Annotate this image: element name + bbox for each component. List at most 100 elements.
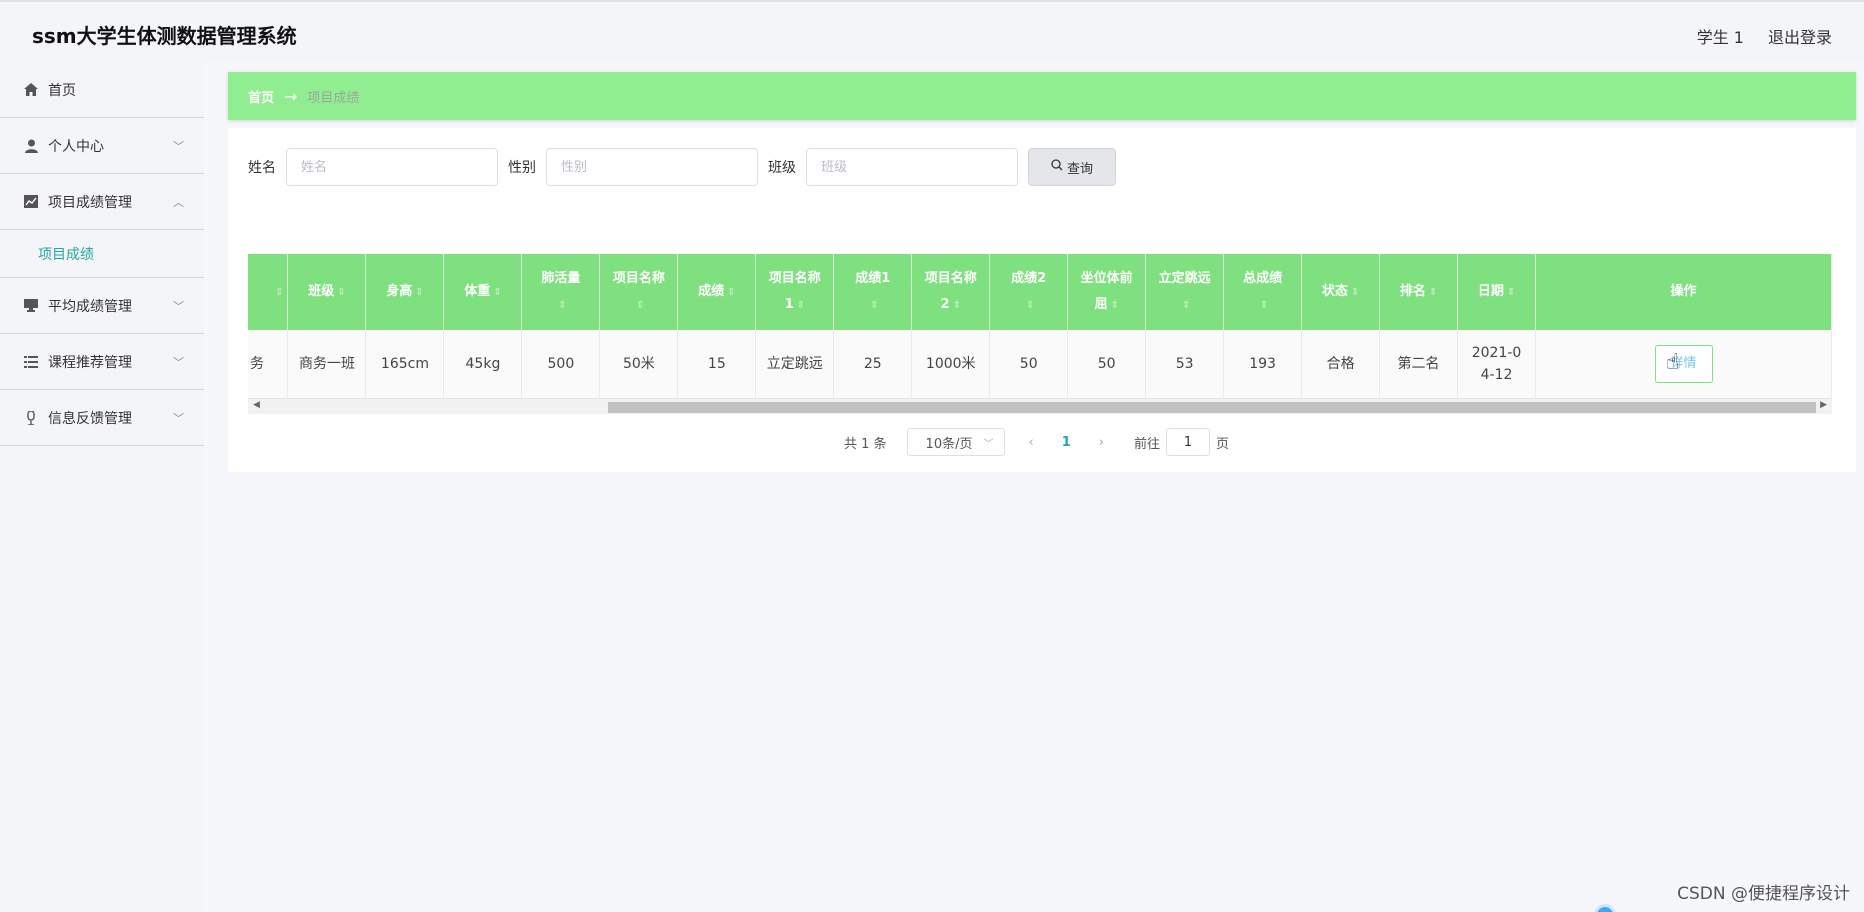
next-page-icon[interactable]: › — [1099, 435, 1104, 450]
sidebar-subitem-project-score[interactable]: 项目成绩 — [0, 230, 204, 278]
score-table-grid: ⇕ 班级 ⇕ 身高 ⇕ 体重 ⇕ 肺活量 ⇕ 项目名称 ⇕ 成绩 ⇕ 项目名称1 ⇕ 成绩1 ⇕… — [248, 254, 1832, 398]
home-icon — [24, 83, 38, 97]
horizontal-scrollbar[interactable]: ◀ ▶ — [248, 398, 1832, 414]
header-cell[interactable]: 成绩 ⇕ — [677, 254, 757, 330]
table-cell: 50 — [989, 330, 1069, 398]
monitor-icon — [24, 299, 38, 313]
chevron-down-icon: ﹀ — [983, 438, 994, 450]
sidebar-item-label: 课程推荐管理 — [48, 354, 132, 371]
current-page[interactable]: 1 — [1062, 435, 1071, 450]
prev-page-icon[interactable]: ‹ — [1029, 435, 1034, 450]
gender-input[interactable] — [546, 148, 758, 186]
table-cell: 15 — [677, 330, 757, 398]
header-cell[interactable]: 肺活量 ⇕ — [521, 254, 601, 330]
sort-icon[interactable]: ⇕ — [1429, 287, 1437, 298]
header-cell[interactable]: 排名 ⇕ — [1379, 254, 1459, 330]
current-user[interactable]: 学生 1 — [1697, 24, 1744, 48]
table-cell: 第二名 — [1379, 330, 1459, 398]
header-cell[interactable]: 日期 ⇕ — [1457, 254, 1536, 330]
page-size-select[interactable]: 10条/页 ﹀ — [906, 428, 1005, 456]
sidebar-item-personal-center[interactable]: 个人中心 ﹀ — [0, 118, 204, 174]
table-cell: 165cm — [365, 330, 445, 398]
header-cell[interactable]: 总成绩 ⇕ — [1223, 254, 1303, 330]
app-title: ssm大学生体测数据管理系统 — [32, 24, 297, 48]
table-cell-date: 2021-04-12 — [1457, 330, 1536, 398]
sort-icon[interactable]: ⇕ — [636, 300, 644, 311]
sidebar-item-label: 平均成绩管理 — [48, 298, 132, 315]
table-cell: 500 — [521, 330, 601, 398]
sort-icon[interactable]: ⇕ — [727, 287, 735, 298]
class-input[interactable] — [806, 148, 1018, 186]
header-cell[interactable]: 状态 ⇕ — [1301, 254, 1381, 330]
sort-icon[interactable]: ⇕ — [1026, 300, 1034, 311]
header-user-area: 学生 1 退出登录 — [1697, 24, 1832, 48]
mic-icon — [24, 410, 38, 425]
sort-icon[interactable]: ⇕ — [1351, 287, 1359, 298]
sort-icon[interactable]: ⇕ — [493, 287, 501, 298]
table-cell: 50米 — [599, 330, 679, 398]
table-header-row: ⇕ 班级 ⇕ 身高 ⇕ 体重 ⇕ 肺活量 ⇕ 项目名称 ⇕ 成绩 ⇕ 项目名称1 ⇕ 成绩1 ⇕… — [248, 254, 1832, 330]
name-input[interactable] — [286, 148, 498, 186]
header-cell[interactable]: 班级 ⇕ — [287, 254, 367, 330]
header-cell-action: 操作 — [1535, 254, 1832, 330]
query-button[interactable]: 查询 — [1028, 148, 1116, 186]
sort-icon[interactable]: ⇕ — [1182, 300, 1190, 311]
header-cell[interactable]: 项目名称 ⇕ — [599, 254, 679, 330]
content-panel: 姓名 性别 班级 查询 — [228, 128, 1856, 472]
search-icon — [1051, 159, 1063, 175]
page-suffix: 页 — [1216, 436, 1230, 452]
sort-icon[interactable]: ⇕ — [1507, 287, 1515, 298]
header-cell[interactable]: 成绩2 ⇕ — [989, 254, 1069, 330]
name-label: 姓名 — [248, 160, 276, 176]
chevron-down-icon: ﹀ — [173, 299, 184, 313]
pagination: 共 1 条 10条/页 ﹀ ‹ 1 › 前往 页 — [844, 428, 1229, 456]
table-cell: 合格 — [1301, 330, 1381, 398]
header-cell[interactable]: 成绩1 ⇕ — [833, 254, 913, 330]
chevron-down-icon: ﹀ — [173, 411, 184, 425]
goto-page-input[interactable] — [1166, 428, 1211, 456]
sidebar-item-score-management[interactable]: 项目成绩管理 ︿ — [0, 174, 204, 230]
header-cell[interactable]: 项目名称1 ⇕ — [755, 254, 835, 330]
scrollbar-thumb[interactable] — [608, 402, 1816, 413]
breadcrumb-home[interactable]: 首页 — [248, 87, 274, 106]
logout-button[interactable]: 退出登录 — [1768, 24, 1832, 48]
sidebar-item-feedback[interactable]: 信息反馈管理 ﹀ — [0, 390, 204, 446]
table-cell: 193 — [1223, 330, 1303, 398]
header-cell[interactable]: 项目名称2 ⇕ — [911, 254, 991, 330]
class-label: 班级 — [768, 160, 796, 176]
sort-icon[interactable]: ⇕ — [870, 300, 878, 311]
user-icon — [24, 139, 38, 153]
sort-icon[interactable]: ⇕ — [953, 300, 961, 311]
table-cell: 商务一班 — [287, 330, 367, 398]
sort-icon[interactable]: ⇕ — [275, 287, 283, 298]
sidebar-item-label: 项目成绩管理 — [48, 194, 132, 211]
top-header: ssm大学生体测数据管理系统 学生 1 退出登录 — [0, 0, 1864, 62]
table-cell: 务 — [248, 330, 289, 398]
chevron-up-icon: ︿ — [173, 195, 184, 209]
sidebar-item-label: 首页 — [48, 82, 76, 99]
header-cell[interactable]: 体重 ⇕ — [443, 254, 523, 330]
scroll-left-icon[interactable]: ◀ — [253, 400, 260, 410]
sidebar-item-home[interactable]: 首页 — [0, 62, 204, 118]
header-cell[interactable]: 坐位体前屈 ⇕ — [1067, 254, 1147, 330]
detail-button[interactable]: 详情 — [1654, 345, 1713, 383]
main-content: 首页 → 项目成绩 姓名 性别 班级 查询 — [204, 62, 1864, 912]
sort-icon[interactable]: ⇕ — [337, 287, 345, 298]
header-cell[interactable]: ⇕ — [248, 254, 289, 330]
header-cell[interactable]: 立定跳远 ⇕ — [1145, 254, 1225, 330]
sort-icon[interactable]: ⇕ — [1260, 300, 1268, 311]
sidebar-item-course-recommend[interactable]: 课程推荐管理 ﹀ — [0, 334, 204, 390]
table-cell: 45kg — [443, 330, 523, 398]
sort-icon[interactable]: ⇕ — [558, 300, 566, 311]
breadcrumb-current: 项目成绩 — [307, 90, 360, 106]
page-size-value: 10条/页 — [925, 436, 973, 452]
scroll-right-icon[interactable]: ▶ — [1820, 400, 1827, 410]
sort-icon[interactable]: ⇕ — [415, 287, 423, 298]
sidebar-item-average-score[interactable]: 平均成绩管理 ﹀ — [0, 278, 204, 334]
sort-icon[interactable]: ⇕ — [1110, 300, 1118, 311]
watermark: CSDN @便捷程序设计 — [1677, 884, 1850, 904]
chevron-down-icon: ﹀ — [173, 139, 184, 153]
sort-icon[interactable]: ⇕ — [797, 300, 805, 311]
table-cell-action: 详情 — [1535, 330, 1832, 398]
header-cell[interactable]: 身高 ⇕ — [365, 254, 445, 330]
